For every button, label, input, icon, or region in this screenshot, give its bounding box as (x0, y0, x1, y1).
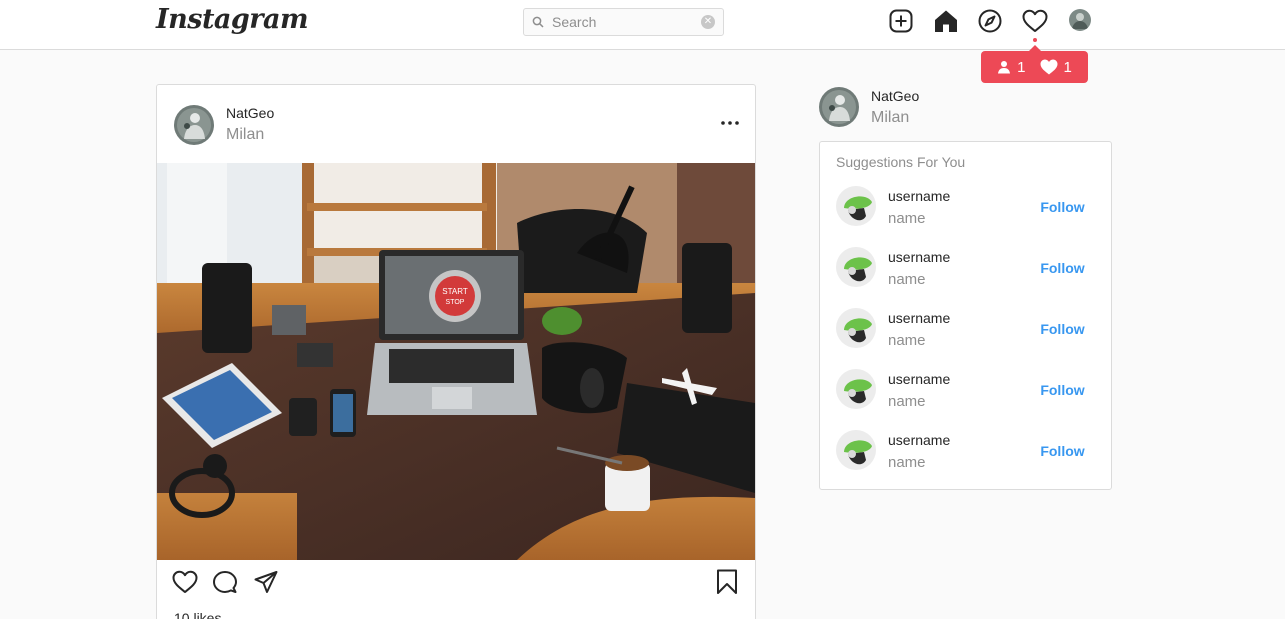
post-location[interactable]: Milan (226, 126, 264, 144)
suggestion-username[interactable]: username (888, 432, 950, 448)
heart-filled-icon (1040, 59, 1057, 75)
suggestion-item: username name Follow (820, 304, 1111, 365)
comment-icon[interactable] (211, 568, 239, 596)
svg-text:START: START (442, 287, 468, 296)
follow-button[interactable]: Follow (1030, 318, 1095, 340)
search-box[interactable]: ✕ (523, 8, 724, 36)
home-icon[interactable] (933, 8, 959, 34)
search-input[interactable] (552, 14, 701, 30)
profile-avatar[interactable] (1069, 9, 1091, 31)
new-likes-notification: 1 (1040, 59, 1072, 76)
add-post-icon[interactable] (888, 8, 914, 34)
search-icon (532, 14, 548, 30)
suggestion-name: name (888, 271, 926, 288)
post-actions-bar (157, 568, 755, 598)
activity-notification-popup[interactable]: 1 1 (981, 45, 1088, 83)
suggestion-username[interactable]: username (888, 249, 950, 265)
more-options-icon[interactable] (719, 113, 741, 133)
current-user-location: Milan (871, 109, 910, 126)
activity-heart-icon[interactable] (1022, 8, 1048, 34)
suggestion-name: name (888, 210, 926, 227)
bookmark-icon[interactable] (713, 568, 741, 596)
suggestion-avatar[interactable] (836, 369, 876, 409)
post-header: NatGeo Milan (157, 85, 755, 163)
follow-button[interactable]: Follow (1030, 196, 1095, 218)
suggestion-name: name (888, 454, 926, 471)
suggestions-title: Suggestions For You (836, 154, 966, 170)
post-author-avatar[interactable] (174, 105, 214, 145)
top-navigation-bar: Instagram ✕ (0, 0, 1285, 50)
current-user-username[interactable]: NatGeo (871, 88, 919, 104)
new-followers-notification: 1 (997, 58, 1026, 76)
suggestion-avatar[interactable] (836, 247, 876, 287)
suggestion-avatar[interactable] (836, 308, 876, 348)
svg-text:STOP: STOP (446, 299, 465, 306)
suggestion-item: username name Follow (820, 426, 1111, 487)
suggestions-panel: Suggestions For You username name Follow… (819, 141, 1112, 490)
clear-search-icon[interactable]: ✕ (701, 15, 715, 29)
suggestion-username[interactable]: username (888, 371, 950, 387)
suggestion-username[interactable]: username (888, 188, 950, 204)
follow-button[interactable]: Follow (1030, 440, 1095, 462)
follow-button[interactable]: Follow (1030, 379, 1095, 401)
suggestion-item: username name Follow (820, 182, 1111, 243)
like-heart-icon[interactable] (171, 568, 199, 596)
suggestion-item: username name Follow (820, 243, 1111, 304)
suggestion-name: name (888, 393, 926, 410)
likes-count-text[interactable]: 10 likes (174, 610, 221, 619)
suggestion-avatar[interactable] (836, 430, 876, 470)
suggestion-name: name (888, 332, 926, 349)
suggestion-username[interactable]: username (888, 310, 950, 326)
suggestion-avatar[interactable] (836, 186, 876, 226)
post-image[interactable]: START STOP (157, 163, 755, 560)
explore-icon[interactable] (977, 8, 1003, 34)
followers-count: 1 (1017, 58, 1026, 76)
likes-count: 1 (1063, 58, 1072, 76)
suggestion-item: username name Follow (820, 365, 1111, 426)
follow-button[interactable]: Follow (1030, 257, 1095, 279)
post-author-username[interactable]: NatGeo (226, 105, 274, 121)
share-icon[interactable] (252, 568, 280, 596)
feed-post: NatGeo Milan START STOP 10 likes (156, 84, 756, 619)
person-icon (998, 61, 1011, 74)
notification-dot (1033, 38, 1037, 42)
current-user-avatar[interactable] (819, 87, 859, 127)
instagram-logo[interactable]: Instagram (156, 4, 309, 35)
